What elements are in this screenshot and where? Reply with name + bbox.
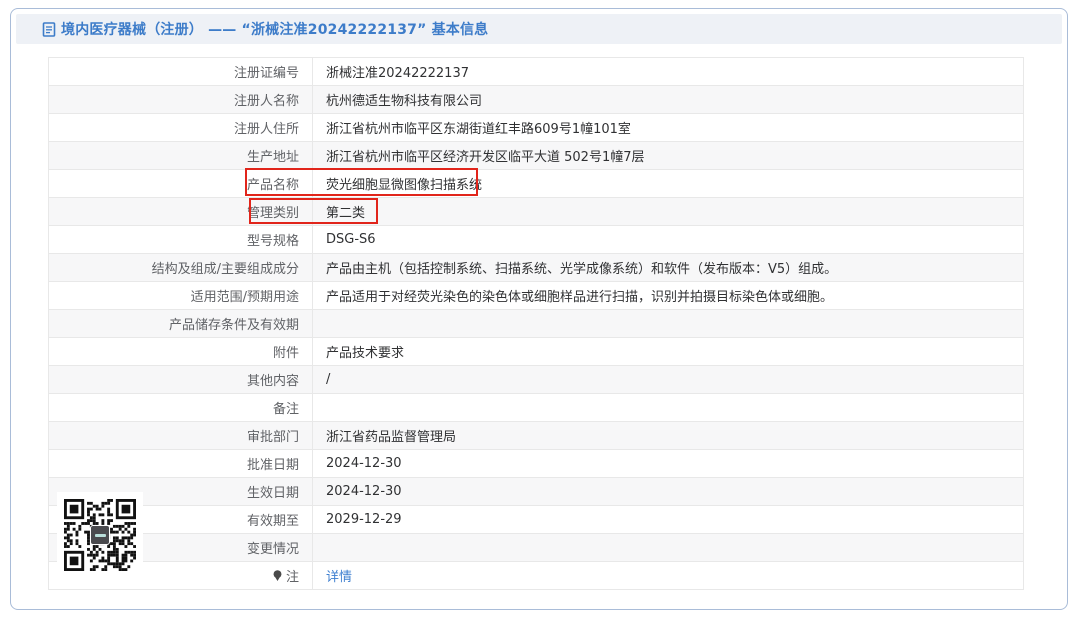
row-label-text: 附件: [273, 342, 299, 361]
row-label: 审批部门: [49, 422, 313, 449]
table-row: 审批部门浙江省药品监督管理局: [49, 422, 1023, 450]
row-label-text: 有效期至: [247, 510, 299, 529]
row-value: 2024-12-30: [313, 478, 1023, 505]
row-label: 注册证编号: [49, 58, 313, 85]
row-label-text: 注册证编号: [234, 62, 299, 81]
row-label: 适用范围/预期用途: [49, 282, 313, 309]
row-label: 管理类别: [49, 198, 313, 225]
card-header: 境内医疗器械（注册） —— “浙械注准20242222137” 基本信息: [16, 14, 1062, 44]
table-row: 生产地址浙江省杭州市临平区经济开发区临平大道 502号1幢7层: [49, 142, 1023, 170]
row-value: [313, 534, 1023, 561]
row-value: [313, 310, 1023, 337]
row-value: 产品由主机（包括控制系统、扫描系统、光学成像系统）和软件（发布版本：V5）组成。: [313, 254, 1023, 281]
row-label-text: 其他内容: [247, 370, 299, 389]
row-label: 注册人住所: [49, 114, 313, 141]
row-value: 浙江省杭州市临平区经济开发区临平大道 502号1幢7层: [313, 142, 1023, 169]
row-label: 产品储存条件及有效期: [49, 310, 313, 337]
table-row: 有效期至 2029-12-29: [49, 506, 1023, 534]
row-value: 2024-12-30: [313, 450, 1023, 477]
qr-center-logo: [90, 525, 110, 545]
row-label-text: 备注: [273, 398, 299, 417]
page-title: 境内医疗器械（注册） —— “浙械注准20242222137” 基本信息: [61, 19, 488, 39]
table-row: 注 详情: [49, 562, 1023, 590]
row-value: 浙械注准20242222137: [313, 58, 1023, 85]
row-label-text: 适用范围/预期用途: [191, 286, 299, 305]
row-label-text: 注: [286, 566, 299, 585]
row-label: 其他内容: [49, 366, 313, 393]
row-value: 浙江省药品监督管理局: [313, 422, 1023, 449]
row-label-text: 注册人名称: [234, 90, 299, 109]
row-label-text: 审批部门: [247, 426, 299, 445]
row-label-text: 生产地址: [247, 146, 299, 165]
table-row: 其他内容 /: [49, 366, 1023, 394]
table-row: 产品名称荧光细胞显微图像扫描系统: [49, 170, 1023, 198]
row-value: 产品适用于对经荧光染色的染色体或细胞样品进行扫描，识别并拍摄目标染色体或细胞。: [313, 282, 1023, 309]
table-row: 备注: [49, 394, 1023, 422]
row-value: 杭州德适生物科技有限公司: [313, 86, 1023, 113]
table-row: 注册证编号浙械注准20242222137: [49, 58, 1023, 86]
row-label-text: 产品储存条件及有效期: [169, 314, 299, 333]
table-row: 型号规格 DSG-S6: [49, 226, 1023, 254]
document-icon: [42, 22, 56, 37]
row-label-text: 管理类别: [247, 202, 299, 221]
row-label-text: 批准日期: [247, 454, 299, 473]
row-label: 备注: [49, 394, 313, 421]
info-table: 注册证编号浙械注准20242222137注册人名称杭州德适生物科技有限公司注册人…: [48, 57, 1024, 590]
row-value: 2029-12-29: [313, 506, 1023, 533]
row-label-text: 产品名称: [247, 174, 299, 193]
row-value: DSG-S6: [313, 226, 1023, 253]
row-label: 生产地址: [49, 142, 313, 169]
row-label-text: 型号规格: [247, 230, 299, 249]
row-label: 注册人名称: [49, 86, 313, 113]
table-row: 产品储存条件及有效期: [49, 310, 1023, 338]
table-row: 批准日期 2024-12-30: [49, 450, 1023, 478]
row-label: 结构及组成/主要组成成分: [49, 254, 313, 281]
row-value: 第二类: [313, 198, 1023, 225]
row-label: 附件: [49, 338, 313, 365]
table-row: 注册人住所浙江省杭州市临平区东湖街道红丰路609号1幢101室: [49, 114, 1023, 142]
row-label-text: 生效日期: [247, 482, 299, 501]
row-label-text: 注册人住所: [234, 118, 299, 137]
row-label: 产品名称: [49, 170, 313, 197]
qr-code: [57, 492, 143, 578]
table-row: 结构及组成/主要组成成分产品由主机（包括控制系统、扫描系统、光学成像系统）和软件…: [49, 254, 1023, 282]
table-row: 适用范围/预期用途产品适用于对经荧光染色的染色体或细胞样品进行扫描，识别并拍摄目…: [49, 282, 1023, 310]
row-value: [313, 394, 1023, 421]
row-value: 产品技术要求: [313, 338, 1023, 365]
table-row: 生效日期 2024-12-30: [49, 478, 1023, 506]
device-info-card: 境内医疗器械（注册） —— “浙械注准20242222137” 基本信息 注册证…: [10, 8, 1068, 610]
pin-icon: [272, 570, 283, 582]
table-row: 管理类别第二类: [49, 198, 1023, 226]
row-label-text: 变更情况: [247, 538, 299, 557]
row-label-text: 结构及组成/主要组成成分: [152, 258, 299, 277]
table-row: 注册人名称杭州德适生物科技有限公司: [49, 86, 1023, 114]
row-value: 详情: [313, 562, 1023, 589]
row-value: /: [313, 366, 1023, 393]
row-label: 型号规格: [49, 226, 313, 253]
table-row: 附件产品技术要求: [49, 338, 1023, 366]
row-label: 批准日期: [49, 450, 313, 477]
row-value: 荧光细胞显微图像扫描系统: [313, 170, 1023, 197]
table-row: 变更情况: [49, 534, 1023, 562]
row-value: 浙江省杭州市临平区东湖街道红丰路609号1幢101室: [313, 114, 1023, 141]
details-link[interactable]: 详情: [326, 566, 352, 585]
